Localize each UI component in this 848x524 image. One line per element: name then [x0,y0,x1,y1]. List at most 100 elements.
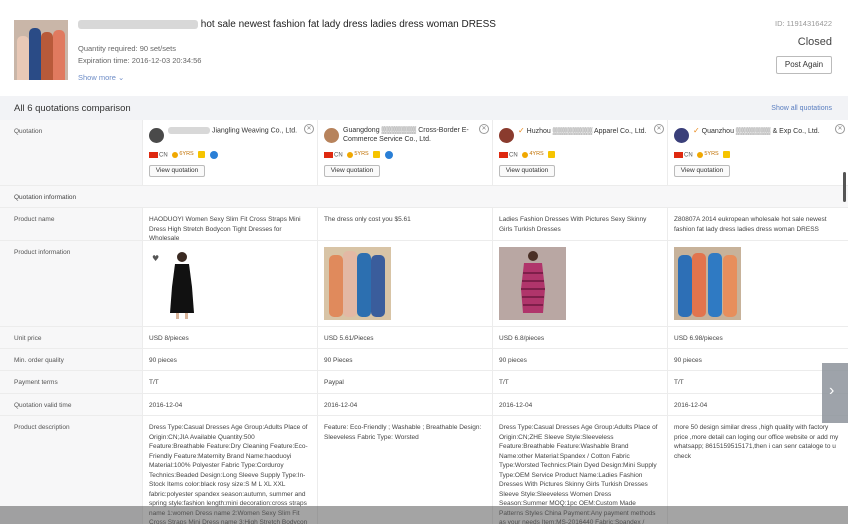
unit-price: USD 5.61/Pieces [318,327,493,348]
rfq-status: Closed [797,36,832,48]
product-image[interactable] [674,247,741,320]
product-name: Z80807A 2014 eukropean wholesale hot sal… [674,216,827,233]
row-label: Product name [0,208,143,240]
avatar [499,128,514,143]
gold-supplier-icon [697,151,704,158]
trade-assurance-icon [373,151,381,159]
supplier-name[interactable]: ✓ Quanzhou ▒▒▒▒▒▒▒ & Exp Co., Ltd. [693,126,828,137]
comparison-title: All 6 quotations comparison [14,103,131,114]
supplier-badges: CN 4YRS [499,150,556,161]
redacted-text [168,127,210,134]
row-label: Payment terms [0,371,143,393]
rfq-title-text: hot sale newest fashion fat lady dress l… [200,19,496,30]
product-name: Ladies Fashion Dresses With Pictures Sex… [493,208,668,240]
product-image[interactable]: ♥ [149,247,216,320]
country-code: CN [334,152,343,159]
rfq-title: ▒▒▒▒▒▒▒▒▒▒▒▒▒▒▒▒▒▒▒▒ hot sale newest fas… [78,19,496,30]
supplier-cell: ✓ Quanzhou ▒▒▒▒▒▒▒ & Exp Co., Ltd. ✕ CN … [668,120,848,185]
product-image[interactable] [324,247,391,320]
unit-price: USD 6.98/pieces [674,335,723,342]
supplier-name[interactable]: Guangdong ▒▒▒▒▒▒▒ Cross-Border E-Commerc… [343,127,478,144]
rfq-id: ID: 11914316422 [775,19,832,28]
unit-price: USD 6.8/pieces [493,327,668,348]
avatar [674,128,689,143]
show-more-label: Show more [78,73,116,82]
min-order: 90 pieces [674,357,702,364]
valid-time: 2016-12-04 [493,394,668,415]
valid-time: 2016-12-04 [674,402,708,409]
next-column-button[interactable]: › [822,363,848,423]
supplier-cell: Jiangling Weaving Co., Ltd. ✕ CN 6YRS Vi… [143,120,318,185]
close-icon[interactable]: ✕ [304,124,314,134]
quantity-required: Quantity required: 90 set/sets [78,44,176,53]
close-icon[interactable]: ✕ [479,124,489,134]
product-name: The dress only cost you $5.61 [318,208,493,240]
avatar [149,128,164,143]
product-name: HAODUOYI Women Sexy Slim Fit Cross Strap… [143,208,318,240]
show-all-quotations-link[interactable]: Show all quotations [771,105,832,112]
checkmark-icon: ✓ [693,126,700,135]
country-code: CN [159,152,168,159]
supplier-name[interactable]: ✓ Huzhou ▒▒▒▒▒▒▒▒ Apparel Co., Ltd. [518,126,653,137]
verified-icon [385,150,394,159]
product-image-cell [318,241,493,326]
payment-terms: Paypal [318,371,493,393]
product-image[interactable] [499,247,566,320]
expiration-time: Expiration time: 2016-12-03 20:34:56 [78,56,202,65]
payment-terms: T/T [674,379,684,386]
checkmark-icon: ✓ [518,126,525,135]
chevron-right-icon: › [829,382,835,399]
scrollbar-thumb[interactable] [843,172,846,202]
view-quotation-button[interactable]: View quotation [499,165,555,177]
close-icon[interactable]: ✕ [654,124,664,134]
min-order: 90 Pieces [318,349,493,370]
post-again-button[interactable]: Post Again [776,56,832,74]
table-row-product-info: Product information ♥ [0,241,848,327]
supplier-name-text: Jiangling Weaving Co., Ltd. [211,127,298,135]
supplier-name-text: Huzhou ▒▒▒▒▒▒▒▒ Apparel Co., Ltd. [526,128,647,135]
china-flag-icon [149,151,158,158]
table-row-min-order: Min. order quality 90 pieces 90 Pieces 9… [0,349,848,371]
row-label: Min. order quality [0,349,143,370]
supplier-cell: Guangdong ▒▒▒▒▒▒▒ Cross-Border E-Commerc… [318,120,493,185]
rfq-header: ▒▒▒▒▒▒▒▒▒▒▒▒▒▒▒▒▒▒▒▒ hot sale newest fas… [0,0,848,96]
supplier-name[interactable]: Jiangling Weaving Co., Ltd. [168,127,303,136]
view-quotation-button[interactable]: View quotation [324,165,380,177]
valid-time: 2016-12-04 [318,394,493,415]
payment-terms: T/T [493,371,668,393]
redacted-text: ▒▒▒▒▒▒▒▒▒▒▒▒▒▒▒▒▒▒▒▒ [78,19,198,29]
country-code: CN [684,152,693,159]
table-row-valid-time: Quotation valid time 2016-12-04 2016-12-… [0,394,848,416]
supplier-years: 4YRS [529,151,544,157]
supplier-years: 6YRS [179,151,194,157]
trade-assurance-icon [723,151,731,159]
avatar [324,128,339,143]
product-image-cell [668,241,848,326]
table-row-payment: Payment terms T/T Paypal T/T T/T [0,371,848,394]
comparison-band: All 6 quotations comparison Show all quo… [0,96,848,120]
row-label: Quotation [0,120,143,185]
show-more-link[interactable]: Show more ⌄ [78,73,124,82]
table-row-section: Quotation information [0,186,848,208]
china-flag-icon [499,151,508,158]
svg-text:♥: ♥ [152,254,159,263]
close-icon[interactable]: ✕ [835,124,845,134]
rfq-product-thumbnail [14,20,68,80]
supplier-years: 5YRS [354,151,369,157]
trade-assurance-icon [198,151,206,159]
supplier-badges: CN 5YRS [674,150,731,161]
supplier-cell: ✓ Huzhou ▒▒▒▒▒▒▒▒ Apparel Co., Ltd. ✕ CN… [493,120,668,185]
verified-icon [210,150,219,159]
row-label: Product information [0,241,143,326]
country-code: CN [509,152,518,159]
table-row-quotation: Quotation Jiangling Weaving Co., Ltd. ✕ … [0,120,848,186]
gold-supplier-icon [522,151,529,158]
supplier-years: 5YRS [704,151,719,157]
view-quotation-button[interactable]: View quotation [674,165,730,177]
quotation-comparison-page: ▒▒▒▒▒▒▒▒▒▒▒▒▒▒▒▒▒▒▒▒ hot sale newest fas… [0,0,848,524]
china-flag-icon [324,151,333,158]
row-label: Quotation valid time [0,394,143,415]
view-quotation-button[interactable]: View quotation [149,165,205,177]
unit-price: USD 8/pieces [143,327,318,348]
supplier-badges: CN 6YRS [149,150,219,161]
